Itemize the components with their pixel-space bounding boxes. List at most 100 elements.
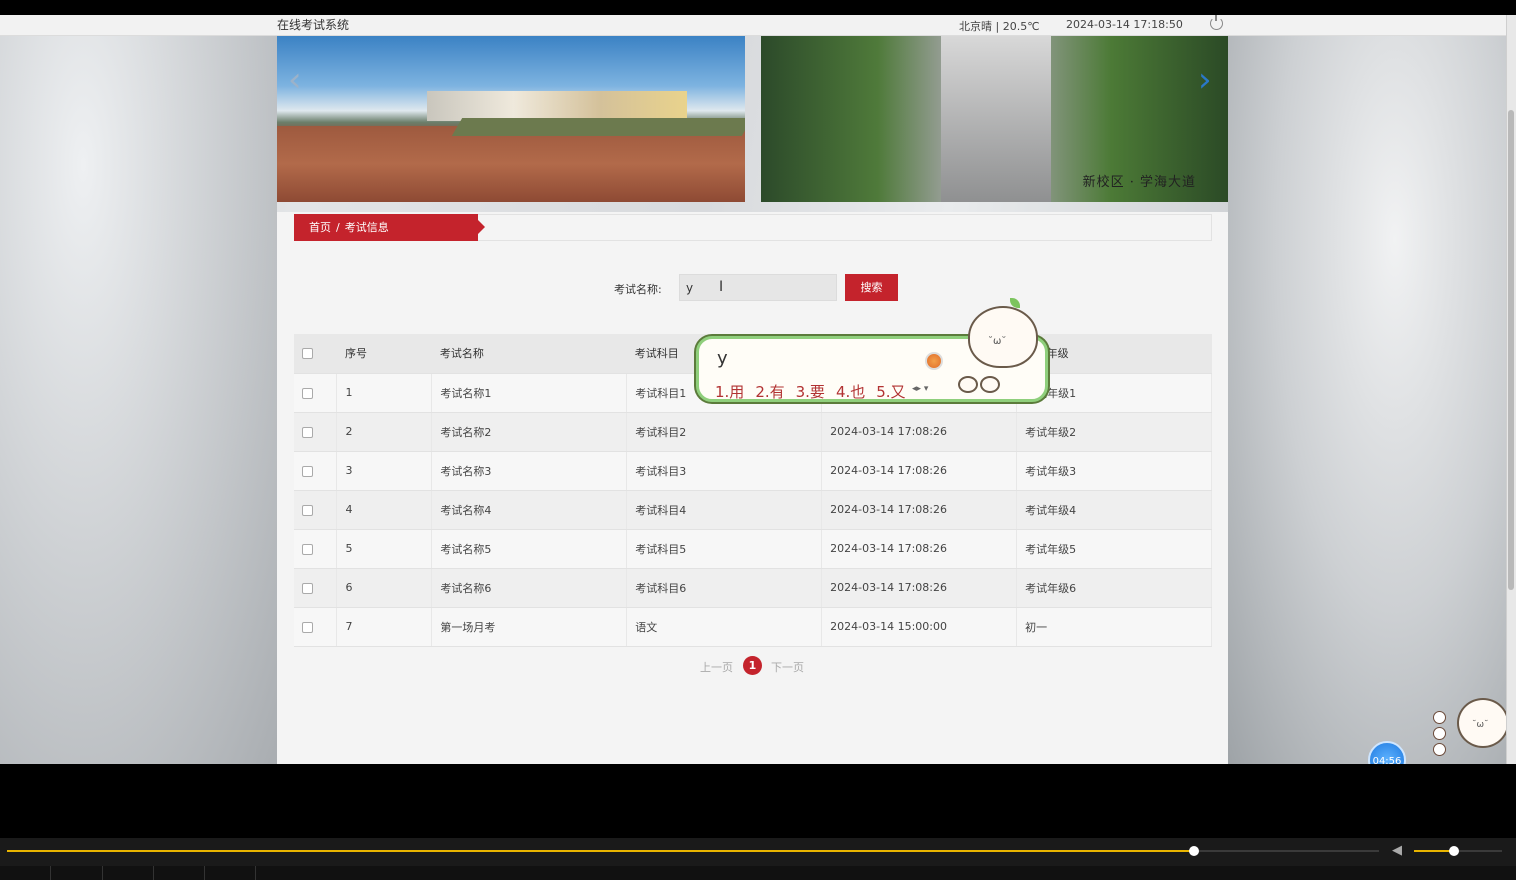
exam-subject: 语文	[626, 607, 823, 647]
exam-time: 2024-03-14 17:08:26	[821, 490, 1018, 530]
mini-mascot-icon	[958, 376, 978, 393]
exam-name: 考试名称3	[431, 451, 628, 491]
exam-name: 考试名称6	[431, 568, 628, 608]
exam-grade: 考试年级2	[1016, 412, 1212, 452]
column-header: 序号	[336, 334, 432, 374]
carousel-slide-campus-avenue[interactable]: 新校区 · 学海大道	[761, 36, 1228, 202]
ime-candidate[interactable]: 3.要	[796, 383, 825, 401]
breadcrumb-separator: /	[336, 221, 340, 234]
table-row[interactable]: 7 第一场月考 语文 2024-03-14 15:00:00 初一	[294, 607, 1212, 647]
row-select-cell	[294, 373, 338, 413]
browser-viewport: 在线考试系统 北京晴 | 20.5℃ 2024-03-14 17:18:50 新…	[0, 15, 1506, 764]
row-checkbox[interactable]	[302, 504, 313, 516]
scrollbar-thumb[interactable]	[1508, 110, 1514, 590]
taskbar-divider	[102, 866, 103, 880]
row-select-cell	[294, 607, 338, 647]
row-number: 2	[336, 412, 433, 452]
exam-grade: 初一	[1016, 607, 1212, 647]
ime-page-arrows-icon[interactable]: ◂▸ ▾	[912, 384, 928, 394]
volume-knob[interactable]	[1449, 846, 1459, 856]
ime-candidate[interactable]: 2.有	[755, 383, 784, 401]
select-all-header	[294, 334, 337, 374]
exam-time: 2024-03-14 17:08:26	[821, 568, 1018, 608]
exam-name: 第一场月考	[431, 607, 628, 647]
table-row[interactable]: 2 考试名称2 考试科目2 2024-03-14 17:08:26 考试年级2	[294, 412, 1212, 452]
shirt-tool-icon[interactable]	[1433, 743, 1446, 756]
progress-fill	[7, 850, 1194, 852]
row-checkbox[interactable]	[302, 387, 313, 399]
row-number: 5	[336, 529, 433, 569]
row-checkbox[interactable]	[302, 426, 313, 438]
row-select-cell	[294, 529, 338, 569]
background-ink-painting-right	[1228, 15, 1506, 764]
breadcrumb-home-link[interactable]: 首页	[309, 221, 331, 234]
row-checkbox[interactable]	[302, 543, 313, 555]
exam-subject: 考试科目4	[626, 490, 823, 530]
select-all-checkbox[interactable]	[302, 348, 313, 360]
ime-candidate[interactable]: 1.用	[715, 383, 744, 401]
volume-icon[interactable]: ◀	[1392, 843, 1402, 858]
mini-mascot-icon	[980, 376, 1000, 393]
player-control-bar	[0, 838, 1516, 866]
ime-candidate[interactable]: 4.也	[836, 383, 865, 401]
exam-name: 考试名称1	[431, 373, 628, 413]
mascot-face: ˘ω˘	[988, 336, 1007, 347]
volume-fill	[1414, 850, 1454, 852]
banner-caption: 新校区 · 学海大道	[1082, 175, 1196, 190]
ime-candidate[interactable]: 5.又	[876, 383, 905, 401]
row-checkbox[interactable]	[302, 582, 313, 594]
exam-subject: 考试科目5	[626, 529, 823, 569]
exam-time: 2024-03-14 15:00:00	[821, 607, 1018, 647]
row-number: 7	[336, 607, 433, 647]
taskbar-divider	[204, 866, 205, 880]
current-datetime: 2024-03-14 17:18:50	[1066, 18, 1183, 31]
progress-knob[interactable]	[1189, 846, 1199, 856]
ime-mascot-icon: ˘ω˘	[968, 298, 1038, 368]
table-row[interactable]: 6 考试名称6 考试科目6 2024-03-14 17:08:26 考试年级6	[294, 568, 1212, 608]
current-page[interactable]: 1	[743, 656, 762, 675]
row-number: 4	[336, 490, 433, 530]
exam-grade: 考试年级6	[1016, 568, 1212, 608]
avenue-road	[941, 36, 1051, 202]
building-shape	[427, 91, 687, 121]
row-checkbox[interactable]	[302, 465, 313, 477]
search-label: 考试名称:	[614, 283, 662, 296]
table-row[interactable]: 4 考试名称4 考试科目4 2024-03-14 17:08:26 考试年级4	[294, 490, 1212, 530]
exam-time: 2024-03-14 17:08:26	[821, 451, 1018, 491]
ime-composition: y	[717, 348, 728, 369]
taskbar-divider	[255, 866, 256, 880]
site-title: 在线考试系统	[277, 18, 350, 32]
language-tool-icon[interactable]	[1433, 727, 1446, 740]
taskbar-divider	[153, 866, 154, 880]
search-button[interactable]: 搜索	[845, 274, 898, 301]
weather-info: 北京晴 | 20.5℃	[959, 20, 1040, 33]
exam-grade: 考试年级4	[1016, 490, 1212, 530]
exam-grade: 考试年级5	[1016, 529, 1212, 569]
table-row[interactable]: 3 考试名称3 考试科目3 2024-03-14 17:08:26 考试年级3	[294, 451, 1212, 491]
row-select-cell	[294, 451, 338, 491]
corner-mascot-icon[interactable]: ˘ω˘	[1457, 698, 1506, 748]
table-row[interactable]: 5 考试名称5 考试科目5 2024-03-14 17:08:26 考试年级5	[294, 529, 1212, 569]
exam-time: 2024-03-14 17:08:26	[821, 529, 1018, 569]
carousel-prev-arrow-icon[interactable]: ‹	[288, 60, 302, 100]
ime-logo-icon[interactable]	[925, 352, 943, 370]
carousel-next-arrow-icon[interactable]: ›	[1198, 60, 1212, 100]
row-select-cell	[294, 412, 338, 452]
exam-name-search-input[interactable]	[679, 274, 837, 301]
logout-power-icon[interactable]	[1210, 15, 1223, 30]
row-number: 6	[336, 568, 433, 608]
text-cursor-icon: I	[719, 279, 724, 295]
row-select-cell	[294, 490, 338, 530]
next-page-link[interactable]: 下一页	[771, 659, 811, 675]
exam-name: 考试名称4	[431, 490, 628, 530]
prev-page-link[interactable]: 上一页	[700, 659, 740, 675]
exam-name: 考试名称5	[431, 529, 628, 569]
row-checkbox[interactable]	[302, 621, 313, 633]
emoji-tool-icon[interactable]	[1433, 711, 1446, 724]
taskbar	[0, 866, 1516, 880]
taskbar-divider	[50, 866, 51, 880]
ime-candidates: 1.用 2.有 3.要 4.也 5.又	[715, 381, 917, 402]
carousel-slide-campus-track[interactable]	[277, 36, 745, 202]
grass-field	[451, 118, 745, 136]
floating-tools	[1433, 711, 1446, 759]
